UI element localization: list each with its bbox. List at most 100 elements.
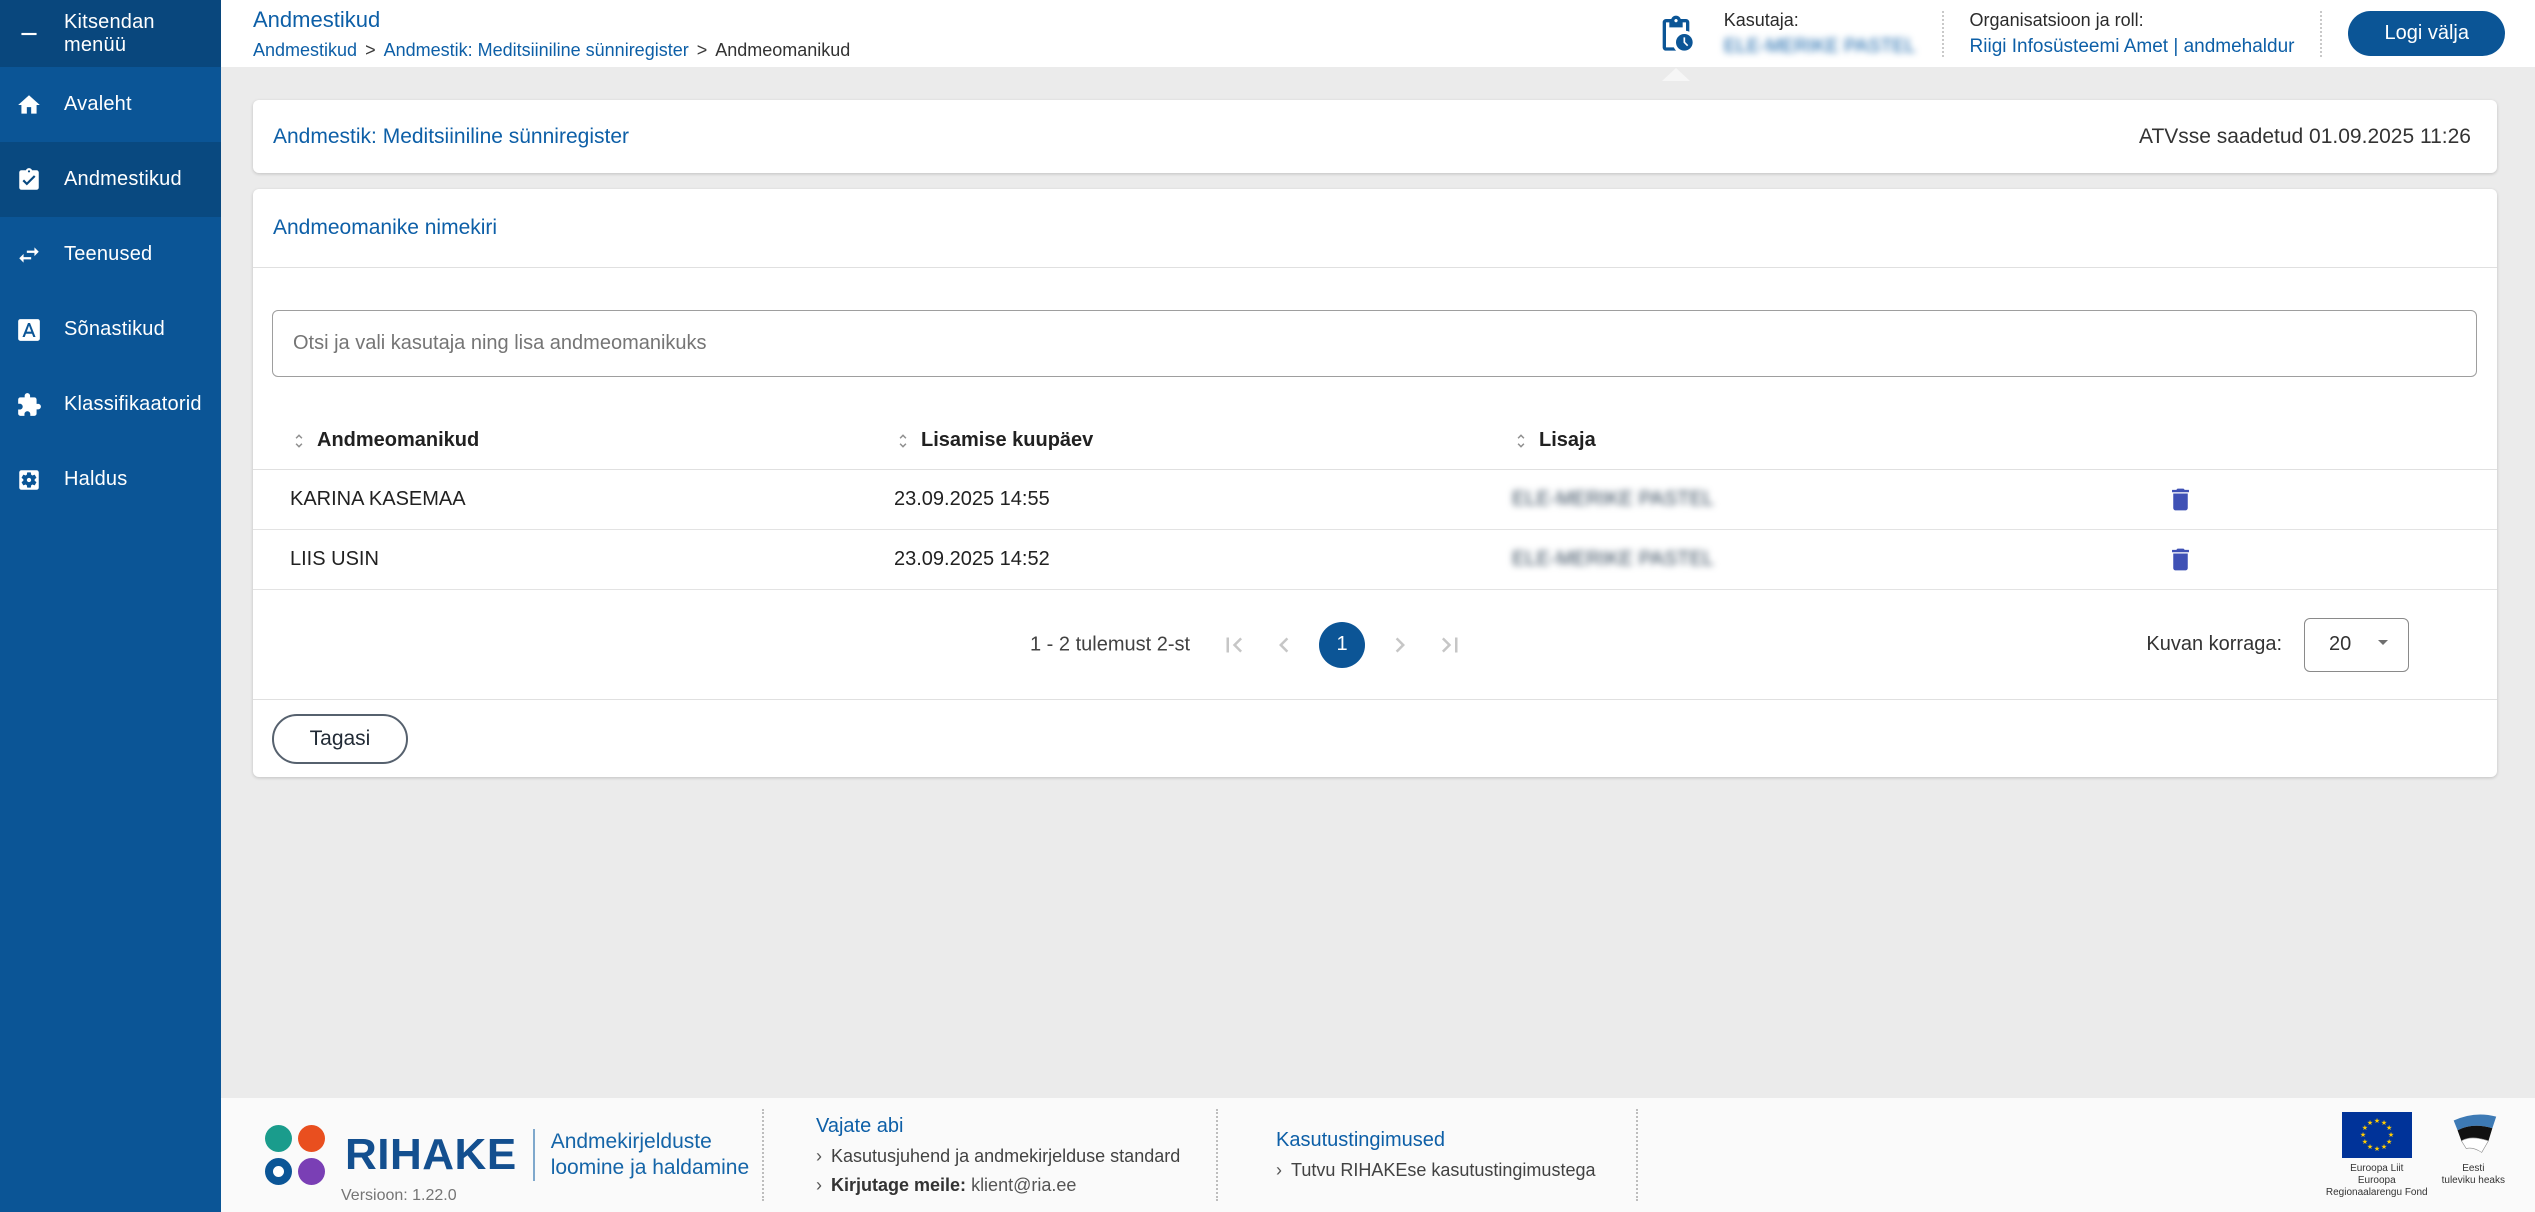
logout-button[interactable]: Logi välja xyxy=(2348,11,2505,56)
breadcrumb: Andmestikud > Andmestik: Meditsiiniline … xyxy=(253,40,850,61)
tooltip-arrow xyxy=(1661,67,1690,81)
chevron-left-icon xyxy=(1279,637,1289,652)
breadcrumb-separator: > xyxy=(696,39,708,60)
footer: Versioon: 1.22.0 RIHAKE Andmekirjelduste… xyxy=(221,1098,2535,1212)
sort-icon xyxy=(894,432,912,450)
help-section: Vajate abi › Kasutusjuhend ja andmekirje… xyxy=(816,1115,1216,1196)
delete-owner-button[interactable] xyxy=(2160,480,2200,520)
first-page-button[interactable] xyxy=(1219,630,1249,660)
owner-search-input[interactable] xyxy=(272,310,2477,377)
brand-name: RIHAKE xyxy=(345,1130,517,1179)
header-divider xyxy=(2320,10,2323,57)
last-page-button[interactable] xyxy=(1435,630,1465,660)
svg-text:★: ★ xyxy=(2362,1138,2368,1146)
back-button[interactable]: Tagasi xyxy=(272,713,408,764)
clipboard-check-icon xyxy=(16,167,42,193)
owner-name: KARINA KASEMAA xyxy=(290,488,466,510)
sidebar-item-avaleht[interactable]: Avaleht xyxy=(0,67,221,142)
minus-icon xyxy=(16,21,42,47)
clipboard-clock-icon[interactable] xyxy=(1654,11,1698,81)
dataset-title[interactable]: Andmestik: Meditsiiniline sünniregister xyxy=(273,125,629,149)
column-header-lisaja[interactable]: Lisaja xyxy=(1512,429,2160,452)
org-label: Organisatsioon ja roll: xyxy=(1969,9,2144,30)
dataset-status: ATVsse saadetud 01.09.2025 11:26 xyxy=(2139,124,2471,148)
next-page-button[interactable] xyxy=(1385,630,1415,660)
home-icon xyxy=(16,92,42,118)
svg-text:★: ★ xyxy=(2367,1118,2373,1126)
help-link-email[interactable]: › Kirjutage meile: klient@ria.ee xyxy=(816,1175,1216,1196)
breadcrumb-link-andmestikud[interactable]: Andmestikud xyxy=(253,40,357,61)
org-value: Riigi Infosüsteemi Amet | andmehaldur xyxy=(1969,35,2295,57)
brand-tagline: Andmekirjelduste loomine ja haldamine xyxy=(550,1130,750,1179)
swap-arrows-icon xyxy=(16,242,42,268)
svg-text:★: ★ xyxy=(2374,1145,2380,1153)
help-link-manual[interactable]: › Kasutusjuhend ja andmekirjelduse stand… xyxy=(816,1146,1216,1167)
sidebar: Kitsendan menüü Avaleht Andmestikud Teen… xyxy=(0,0,221,1212)
rihake-brand: Versioon: 1.22.0 RIHAKE Andmekirjelduste… xyxy=(265,1125,762,1204)
breadcrumb-current: Andmeomanikud xyxy=(715,39,851,60)
content-area: Andmestik: Meditsiiniline sünniregister … xyxy=(221,67,2535,1098)
delete-owner-button[interactable] xyxy=(2160,540,2200,580)
eesti-tuleviku-heaks-logo: Eesti tuleviku heaks xyxy=(2442,1112,2505,1187)
terms-section: Kasutustingimused › Tutvu RIHAKEse kasut… xyxy=(1276,1129,1636,1181)
sidebar-item-sonastikud[interactable]: Sõnastikud xyxy=(0,292,221,367)
version-label: Versioon: 1.22.0 xyxy=(341,1187,457,1204)
help-title[interactable]: Vajate abi xyxy=(816,1115,1216,1138)
sidebar-item-teenused[interactable]: Teenused xyxy=(0,217,221,292)
column-header-andmeomanikud[interactable]: Andmeomanikud xyxy=(290,429,894,452)
page-size-label: Kuvan korraga: xyxy=(2146,633,2282,655)
sort-icon xyxy=(290,432,308,450)
eu-regional-fund-logo: ★ ★ ★ ★ ★ ★ ★ ★ ★ ★ ★ ★ Euroopa Liit Euroopa Reg… xyxy=(2326,1111,2428,1199)
breadcrumb-separator: > xyxy=(365,39,376,60)
app-root: Kitsendan menüü Avaleht Andmestikud Teen… xyxy=(0,0,2535,1212)
footer-divider xyxy=(762,1109,764,1201)
user-name: ELE-MERIKE PASTEL xyxy=(1723,35,1916,57)
org-info: Organisatsioon ja roll: Riigi Infosüstee… xyxy=(1970,10,2295,58)
owner-name: LIIS USIN xyxy=(290,548,379,570)
previous-page-button[interactable] xyxy=(1269,630,1299,660)
gear-box-icon xyxy=(16,467,42,493)
sidebar-item-haldus[interactable]: Haldus xyxy=(0,442,221,517)
first-page-icon xyxy=(1226,637,1243,652)
collapse-menu-label: Kitsendan menüü xyxy=(64,10,155,56)
svg-text:★: ★ xyxy=(2386,1124,2392,1132)
brand-divider xyxy=(532,1129,535,1181)
added-by: ELE-MERIKE PASTEL xyxy=(1512,488,1714,510)
last-page-icon xyxy=(1441,637,1458,652)
trash-icon xyxy=(2171,548,2189,571)
svg-text:★: ★ xyxy=(2374,1117,2380,1125)
terms-title[interactable]: Kasutustingimused xyxy=(1276,1129,1636,1152)
terms-link[interactable]: › Tutvu RIHAKEse kasutustingimustega xyxy=(1276,1160,1636,1181)
top-header: Andmestikud Andmestikud > Andmestik: Med… xyxy=(221,0,2535,81)
rihake-logo-icon: Versioon: 1.22.0 xyxy=(265,1125,457,1204)
column-header-lisamise-kuupaev[interactable]: Lisamise kuupäev xyxy=(894,429,1512,452)
table-header-row: Andmeomanikud Lisamise kuupäev Lisaja xyxy=(253,412,2497,470)
sort-icon xyxy=(1512,432,1530,450)
page-size-select[interactable]: 20 xyxy=(2304,617,2409,672)
sidebar-item-klassifikaatorid[interactable]: Klassifikaatorid xyxy=(0,367,221,442)
breadcrumb-link-andmestik[interactable]: Andmestik: Meditsiiniline sünniregister xyxy=(384,40,689,61)
added-date: 23.09.2025 14:52 xyxy=(894,548,1050,570)
dataset-card: Andmestik: Meditsiiniline sünniregister … xyxy=(253,100,2497,173)
chevron-right-icon xyxy=(1395,637,1405,652)
header-divider xyxy=(1941,10,1944,57)
page-title: Andmestikud xyxy=(253,6,381,32)
owners-list-title: Andmeomanike nimekiri xyxy=(273,216,498,239)
letter-a-box-icon xyxy=(16,317,42,343)
svg-text:★: ★ xyxy=(2381,1143,2387,1151)
owners-card: Andmeomanike nimekiri Andmeomanikud Lisa… xyxy=(253,189,2497,777)
page-number-button[interactable]: 1 xyxy=(1319,621,1365,668)
added-date: 23.09.2025 14:55 xyxy=(894,488,1050,510)
chevron-down-icon xyxy=(2371,630,2395,659)
user-label: Kasutaja: xyxy=(1723,9,1799,30)
footer-divider xyxy=(1636,1109,1638,1201)
svg-text:★: ★ xyxy=(2360,1131,2366,1139)
added-by: ELE-MERIKE PASTEL xyxy=(1512,548,1714,570)
footer-divider xyxy=(1216,1109,1218,1201)
pagination-bar: 1 - 2 tulemust 2-st 1 Kuvan korraga: 20 xyxy=(253,590,2497,700)
collapse-menu-button[interactable]: Kitsendan menüü xyxy=(0,0,221,67)
trash-icon xyxy=(2171,488,2189,511)
table-row: KARINA KASEMAA 23.09.2025 14:55 ELE-MERI… xyxy=(253,470,2497,530)
sidebar-item-andmestikud[interactable]: Andmestikud xyxy=(0,142,221,217)
sidebar-nav: Avaleht Andmestikud Teenused Sõnastikud xyxy=(0,67,221,517)
